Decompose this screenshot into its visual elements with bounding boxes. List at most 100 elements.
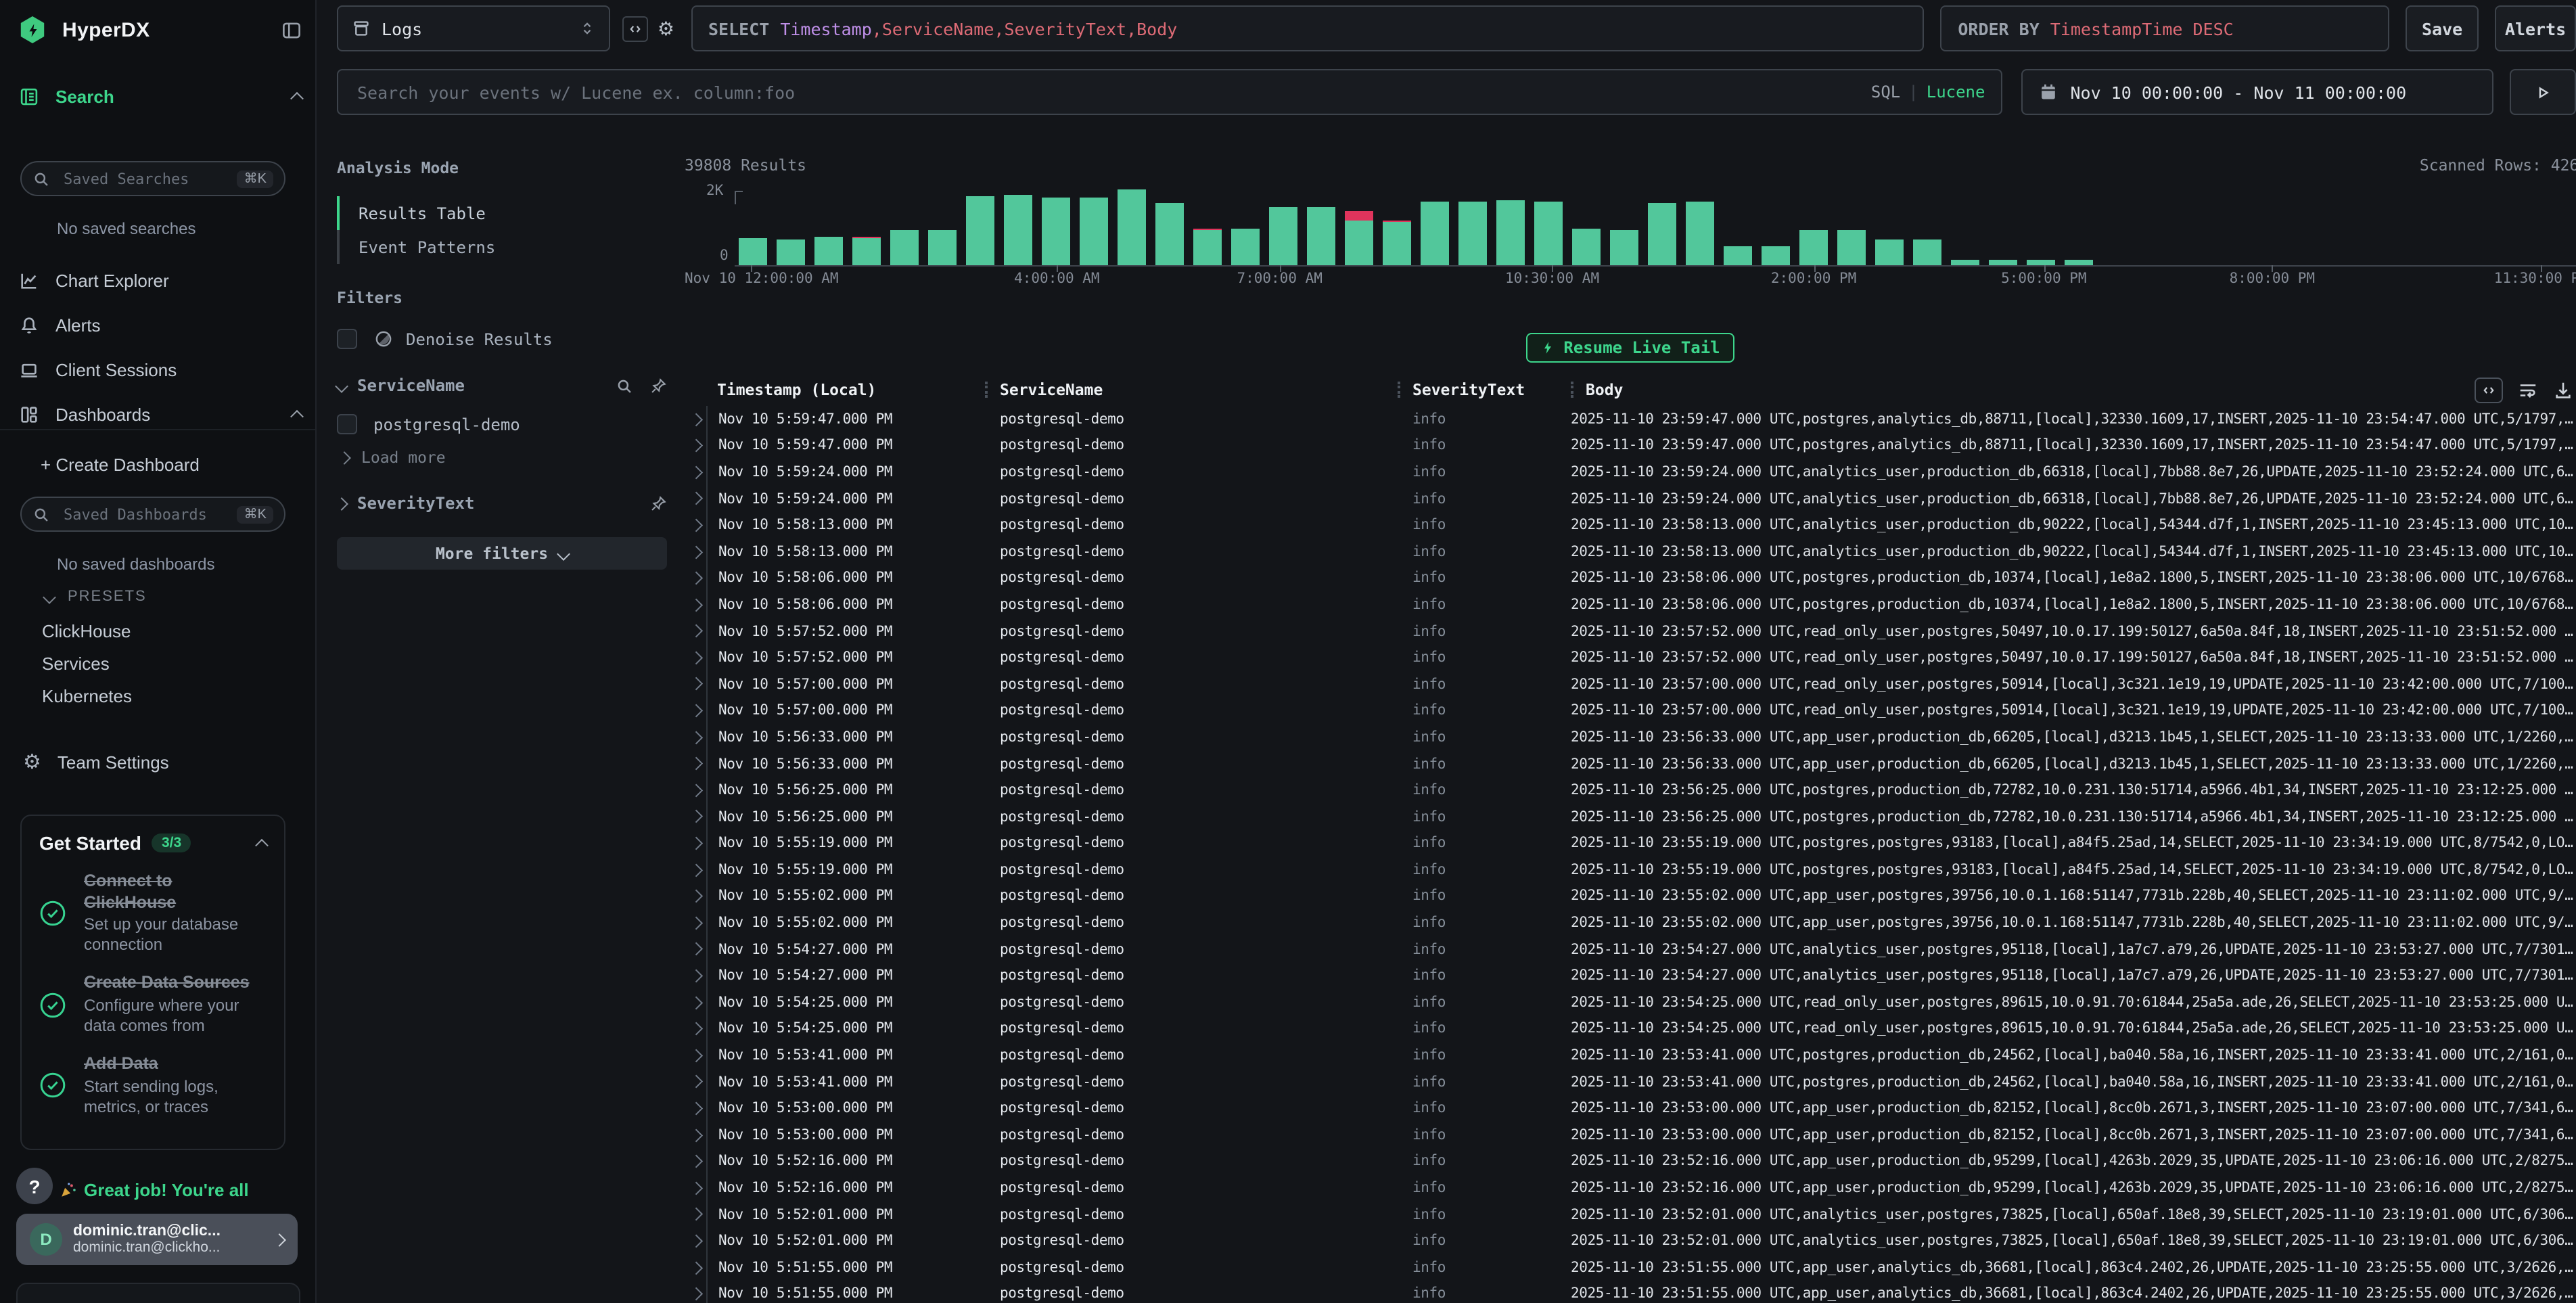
lucene-toggle[interactable]: Lucene [1927,83,1985,101]
row-expand-icon[interactable] [685,1289,706,1298]
row-expand-icon[interactable] [685,547,706,556]
denoise-checkbox[interactable] [337,329,357,349]
row-expand-icon[interactable] [685,1078,706,1087]
mode-tab-event-patterns[interactable]: Event Patterns [337,230,667,264]
help-button[interactable]: ? [16,1168,53,1204]
search-input[interactable] [354,81,1858,104]
table-row[interactable]: Nov 10 5:52:01.000 PMpostgresql-demoinfo… [685,1202,2576,1228]
histogram-bar[interactable] [928,230,957,265]
table-row[interactable]: Nov 10 5:59:24.000 PMpostgresql-demoinfo… [685,459,2576,485]
search-input-box[interactable]: SQL|Lucene [337,69,2002,115]
row-expand-icon[interactable] [685,786,706,795]
sidebar-collapse-icon[interactable] [281,20,302,40]
row-expand-icon[interactable] [685,945,706,954]
histogram-bar[interactable] [739,239,767,265]
column-resize-handle[interactable] [1398,382,1400,398]
row-expand-icon[interactable] [685,600,706,609]
table-row[interactable]: Nov 10 5:58:06.000 PMpostgresql-demoinfo… [685,565,2576,591]
column-header-body[interactable]: Body [1571,380,2576,399]
table-row[interactable]: Nov 10 5:57:00.000 PMpostgresql-demoinfo… [685,671,2576,698]
histogram-bar[interactable] [1648,203,1676,265]
get-started-step-adddata[interactable]: Add Data Start sending logs, metrics, or… [39,1054,267,1117]
row-expand-icon[interactable] [685,521,706,530]
table-row[interactable]: Nov 10 5:57:52.000 PMpostgresql-demoinfo… [685,645,2576,671]
histogram-bar[interactable] [1875,239,1904,265]
create-dashboard-button[interactable]: + Create Dashboard [41,449,302,479]
row-expand-icon[interactable] [685,1263,706,1272]
histogram-bar[interactable] [814,237,843,265]
histogram-bar[interactable] [1004,195,1032,265]
load-more-button[interactable]: Load more [337,448,667,467]
row-expand-icon[interactable] [685,1157,706,1166]
table-row[interactable]: Nov 10 5:57:00.000 PMpostgresql-demoinfo… [685,698,2576,724]
row-expand-icon[interactable] [685,627,706,636]
table-row[interactable]: Nov 10 5:52:01.000 PMpostgresql-demoinfo… [685,1228,2576,1254]
row-expand-icon[interactable] [685,1024,706,1033]
sidebar-item-dashboards[interactable]: Dashboards [19,399,302,429]
histogram-bar[interactable] [1610,229,1638,265]
row-expand-icon[interactable] [685,1237,706,1245]
more-filters-button[interactable]: More filters [337,537,667,570]
get-started-step-datasources[interactable]: Create Data Sources Configure where your… [39,974,267,1036]
row-expand-icon[interactable] [685,892,706,900]
histogram-bar[interactable] [1458,202,1487,266]
table-row[interactable]: Nov 10 5:51:55.000 PMpostgresql-demoinfo… [685,1254,2576,1281]
row-expand-icon[interactable] [685,813,706,821]
row-expand-icon[interactable] [685,760,706,769]
chevron-up-icon[interactable] [255,838,269,852]
user-menu[interactable]: D dominic.tran@clic... dominic.tran@clic… [16,1214,298,1265]
get-started-step-connect[interactable]: Connect to ClickHouse Set up your databa… [39,871,267,956]
table-row[interactable]: Nov 10 5:54:25.000 PMpostgresql-demoinfo… [685,989,2576,1015]
alerts-button[interactable]: Alerts [2495,5,2576,51]
row-expand-icon[interactable] [685,415,706,424]
run-query-button[interactable] [2510,69,2576,115]
row-expand-icon[interactable] [685,574,706,582]
column-resize-handle[interactable] [1571,382,1573,398]
histogram-bar[interactable] [1534,202,1563,266]
save-button[interactable]: Save [2406,5,2479,51]
row-expand-icon[interactable] [685,971,706,980]
histogram-bar[interactable] [1951,260,1979,265]
histogram-bar[interactable] [1345,212,1373,265]
histogram-bar[interactable] [1118,189,1146,265]
histogram-bar[interactable] [1155,203,1184,265]
saved-dashboards-field[interactable] [61,504,227,524]
pin-icon[interactable] [649,495,667,512]
table-row[interactable]: Nov 10 5:53:41.000 PMpostgresql-demoinfo… [685,1043,2576,1069]
table-row[interactable]: Nov 10 5:53:41.000 PMpostgresql-demoinfo… [685,1069,2576,1095]
filter-option-postgresql-demo[interactable]: postgresql-demo [337,414,667,434]
saved-searches-input[interactable]: ⌘K [20,161,285,196]
presets-toggle[interactable]: PRESETS [45,589,147,605]
table-row[interactable]: Nov 10 5:55:19.000 PMpostgresql-demoinfo… [685,856,2576,883]
column-header-servicename[interactable]: ServiceName [985,380,1398,399]
table-row[interactable]: Nov 10 5:59:47.000 PMpostgresql-demoinfo… [685,406,2576,432]
resume-live-tail-button[interactable]: Resume Live Tail [1525,333,1734,363]
histogram-bar[interactable] [1042,198,1070,265]
column-resize-handle[interactable] [985,382,988,398]
histogram-bar[interactable] [1989,259,2017,265]
histogram-bar[interactable] [1231,229,1260,265]
histogram-bar[interactable] [1686,202,1714,266]
orderby-input[interactable]: ORDER BY TimestampTime DESC [1940,5,2389,51]
row-expand-icon[interactable] [685,1184,706,1193]
row-expand-icon[interactable] [685,441,706,450]
table-row[interactable]: Nov 10 5:57:52.000 PMpostgresql-demoinfo… [685,618,2576,645]
column-header-timestamp[interactable]: Timestamp (Local) [706,380,985,399]
query-settings-gear-icon[interactable]: ⚙ [658,17,674,40]
histogram-bar[interactable] [1762,246,1790,265]
table-row[interactable]: Nov 10 5:54:27.000 PMpostgresql-demoinfo… [685,963,2576,989]
saved-dashboards-input[interactable]: ⌘K [20,497,285,532]
histogram-bar[interactable] [1421,202,1449,265]
table-row[interactable]: Nov 10 5:53:00.000 PMpostgresql-demoinfo… [685,1122,2576,1148]
column-header-severitytext[interactable]: SeverityText [1398,380,1571,399]
table-row[interactable]: Nov 10 5:58:06.000 PMpostgresql-demoinfo… [685,591,2576,618]
row-expand-icon[interactable] [685,654,706,662]
download-icon[interactable] [2553,380,2573,400]
table-row[interactable]: Nov 10 5:51:55.000 PMpostgresql-demoinfo… [685,1281,2576,1303]
table-row[interactable]: Nov 10 5:54:25.000 PMpostgresql-demoinfo… [685,1015,2576,1042]
row-expand-icon[interactable] [685,919,706,928]
chevron-up-icon[interactable] [290,91,304,105]
sidebar-item-alerts[interactable]: Alerts [19,310,302,340]
filter-search-icon[interactable] [616,377,633,394]
histogram-bar[interactable] [1383,221,1411,266]
